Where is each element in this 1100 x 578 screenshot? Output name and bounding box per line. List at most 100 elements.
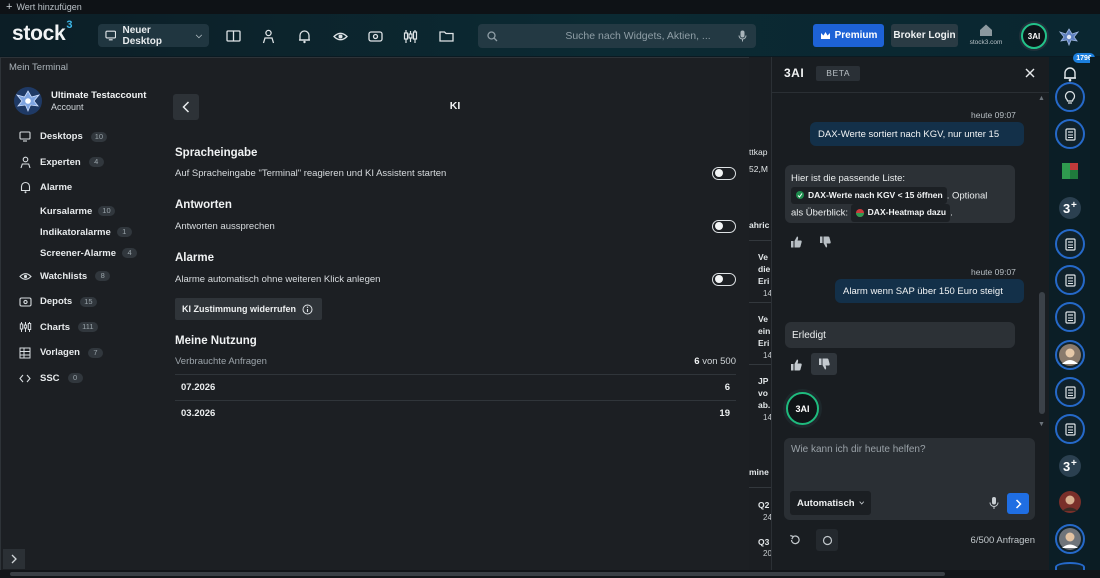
info-icon[interactable] [302, 304, 313, 315]
bg-text: Ve [758, 252, 768, 262]
sidebar-item-experten[interactable]: Experten 4 [1, 150, 161, 176]
sidebar-item-ssc[interactable]: SSC 0 [1, 366, 161, 392]
chat-scrollbar[interactable] [1039, 292, 1045, 414]
widget-expert-avatar[interactable] [1055, 524, 1085, 554]
add-value-bar[interactable]: + Wert hinzufügen [0, 0, 1100, 14]
message-timestamp: heute 09:07 [971, 110, 1016, 120]
send-button[interactable] [1007, 493, 1029, 514]
sidebar-item-kursalarme[interactable]: Kursalarme 10 [1, 201, 161, 222]
revoke-consent-button[interactable]: KI Zustimmung widerrufen [175, 298, 322, 320]
thumbs-down-selected-button[interactable] [811, 353, 837, 375]
horizontal-scrollbar[interactable] [0, 570, 1100, 578]
sidebar-item-screener-alarme[interactable]: Screener-Alarme 4 [1, 243, 161, 264]
bg-text: 52,M [749, 164, 768, 174]
desktop-select[interactable]: Neuer Desktop ⌵ [98, 24, 209, 47]
widget-expert-avatar[interactable] [1055, 340, 1085, 370]
sidebar-item-depots[interactable]: Depots 15 [1, 289, 161, 315]
widget-calculator[interactable] [1055, 119, 1085, 149]
bg-text: 14 [763, 351, 771, 360]
speech-input-toggle[interactable] [712, 167, 736, 180]
person-avatar-icon [1059, 528, 1081, 550]
monitor-icon [18, 130, 32, 144]
svg-text:3: 3 [1063, 459, 1070, 474]
sidebar-item-watchlists[interactable]: Watchlists 8 [1, 264, 161, 290]
bg-text: ein [758, 326, 771, 336]
alarms-description: Alarme automatisch ohne weiteren Klick a… [175, 274, 381, 285]
svg-text:+: + [1071, 200, 1077, 211]
eye-icon[interactable] [330, 26, 350, 46]
open-dax-list-link[interactable]: DAX-Werte nach KGV < 15 öffnen [791, 186, 947, 204]
widget-heatmap[interactable] [1055, 156, 1085, 186]
count-badge: 10 [98, 206, 115, 216]
svg-text:+: + [1071, 458, 1077, 469]
sidebar-item-indikatoralarme[interactable]: Indikatoralarme 1 [1, 222, 161, 243]
expand-sidebar-button[interactable] [3, 549, 25, 569]
bg-text: 24 [763, 513, 771, 522]
account-card[interactable]: Ultimate Testaccount Account [13, 86, 146, 116]
microphone-icon[interactable] [738, 30, 747, 42]
stock3-logo[interactable]: stock3 [12, 19, 72, 46]
eagle-emblem-icon[interactable] [1058, 26, 1080, 48]
count-badge: 8 [95, 271, 111, 282]
expert-icon[interactable] [258, 26, 278, 46]
sidebar-item-label: SSC [40, 372, 60, 384]
sidebar-item-vorlagen[interactable]: Vorlagen 7 [1, 340, 161, 366]
sidebar-nav: Desktops 10 Experten 4 Alarme Kursalarme… [1, 124, 161, 391]
widget-bar-scrollbar[interactable] [1090, 57, 1100, 570]
lightbulb-icon [1064, 90, 1076, 104]
folder-icon[interactable] [436, 26, 456, 46]
alarms-toggle[interactable] [712, 273, 736, 286]
widget-calculator[interactable] [1055, 265, 1085, 295]
chat-header: 3AI BETA [772, 57, 1050, 89]
person-avatar-icon [1059, 491, 1081, 513]
microphone-icon[interactable] [987, 496, 1001, 510]
wallet-icon[interactable] [365, 26, 385, 46]
close-icon[interactable] [1024, 67, 1036, 79]
mode-select[interactable]: Automatisch [790, 491, 871, 515]
thumbs-up-icon[interactable] [789, 358, 803, 372]
search-input[interactable]: Suche nach Widgets, Aktien, ... [478, 24, 756, 48]
premium-button[interactable]: Premium [813, 24, 884, 47]
scroll-up-arrow[interactable]: ▲ [1038, 95, 1045, 102]
home-link-label: stock3.com [969, 39, 1003, 46]
widget-stock3-plus[interactable]: 3 + [1055, 193, 1085, 223]
widget-ideas[interactable] [1055, 82, 1085, 112]
chat-input[interactable]: Wie kann ich dir heute helfen? Automatis… [784, 438, 1035, 520]
candlestick-chart-icon[interactable] [400, 26, 420, 46]
chat-input-placeholder: Wie kann ich dir heute helfen? [791, 444, 926, 455]
layout-columns-icon[interactable] [223, 26, 243, 46]
history-button[interactable] [816, 529, 838, 551]
calculator-icon [1064, 385, 1076, 399]
calculator-icon [1064, 237, 1076, 251]
table-row: 07.2026 6 [175, 374, 736, 399]
sidebar-item-label: Screener-Alarme [40, 247, 117, 259]
widget-calculator[interactable] [1055, 414, 1085, 444]
widget-calculator[interactable] [1055, 377, 1085, 407]
sidebar-item-charts[interactable]: Charts 111 [1, 315, 161, 341]
sidebar-item-desktops[interactable]: Desktops 10 [1, 124, 161, 150]
stock3-home-link[interactable]: stock3.com [966, 23, 1006, 46]
widget-calculator[interactable] [1055, 302, 1085, 332]
thumbs-down-icon[interactable] [818, 235, 832, 249]
broker-login-button[interactable]: Broker Login [891, 24, 958, 47]
dax-heatmap-link[interactable]: DAX-Heatmap dazu [850, 204, 951, 222]
widget-calculator[interactable] [1055, 229, 1085, 259]
user-message: DAX-Werte sortiert nach KGV, nur unter 1… [810, 122, 1024, 146]
widget-expert-avatar[interactable] [1055, 487, 1085, 517]
bell-icon[interactable] [294, 26, 314, 46]
answers-toggle[interactable] [712, 220, 736, 233]
count-badge: 0 [67, 373, 83, 384]
sidebar-item-alarme[interactable]: Alarme [1, 175, 161, 201]
thumbs-up-icon[interactable] [789, 235, 803, 249]
reset-chat-button[interactable] [784, 529, 806, 551]
bg-text: Q2 [758, 500, 770, 510]
usage-heading: Meine Nutzung [175, 335, 257, 347]
ai-message: Erledigt [785, 322, 1015, 348]
3ai-avatar-button[interactable]: 3AI [1021, 23, 1047, 49]
widget-stock3-plus[interactable]: 3 + [1055, 451, 1085, 481]
revoke-consent-label: KI Zustimmung widerrufen [182, 304, 297, 314]
home-icon [980, 24, 992, 36]
scroll-down-arrow[interactable]: ▼ [1038, 421, 1045, 428]
count-badge: 1 [116, 227, 132, 237]
count-badge: 4 [88, 157, 104, 168]
